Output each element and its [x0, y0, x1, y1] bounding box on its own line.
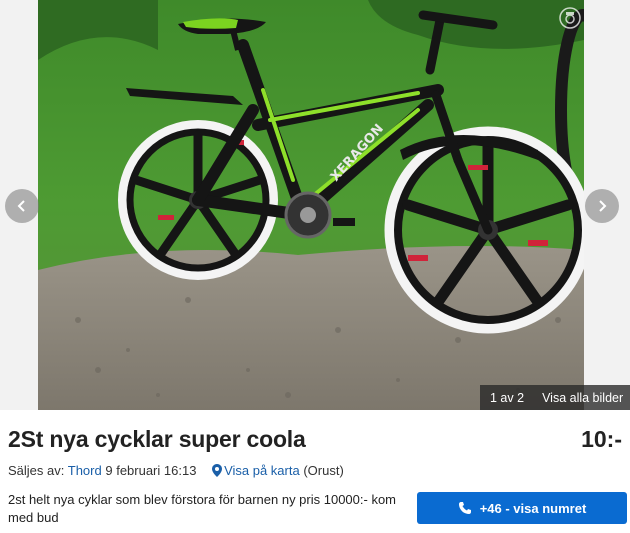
- show-phone-button[interactable]: +46 - visa numret: [417, 492, 627, 524]
- gallery-prev-button[interactable]: [5, 189, 39, 223]
- ad-meta: Säljes av: Thord 9 februari 16:13 Visa p…: [8, 463, 344, 478]
- seller-prefix: Säljes av:: [8, 463, 65, 478]
- chevron-right-icon: [599, 200, 607, 212]
- image-counter: 1 av 2: [490, 390, 525, 405]
- phone-icon: [458, 502, 471, 514]
- seller-link[interactable]: Thord: [68, 463, 102, 478]
- listing-photo[interactable]: XERAGON: [38, 0, 584, 410]
- show-on-map-link[interactable]: Visa på karta: [212, 463, 303, 478]
- posted-date: 9 februari 16:13: [105, 463, 197, 478]
- ad-description: 2st helt nya cyklar som blev förstora fö…: [8, 492, 397, 525]
- map-pin-icon: [212, 464, 223, 477]
- gallery-overlay-bar: 1 av 2 Visa alla bilder: [480, 385, 630, 410]
- show-phone-label: +46 - visa numret: [479, 500, 587, 516]
- camera-watermark-icon: [559, 7, 581, 29]
- gallery-next-button[interactable]: [585, 189, 619, 223]
- show-all-images-link[interactable]: Visa alla bilder: [534, 391, 630, 405]
- show-on-map-label: Visa på karta: [224, 463, 300, 478]
- image-gallery: XERAGON 1 av 2 Visa alla bilder: [0, 0, 630, 410]
- ad-price: 10:-: [581, 426, 622, 452]
- ad-title: 2St nya cycklar super coola: [8, 426, 306, 452]
- ad-location: (Orust): [303, 463, 344, 478]
- chevron-left-icon: [17, 200, 25, 212]
